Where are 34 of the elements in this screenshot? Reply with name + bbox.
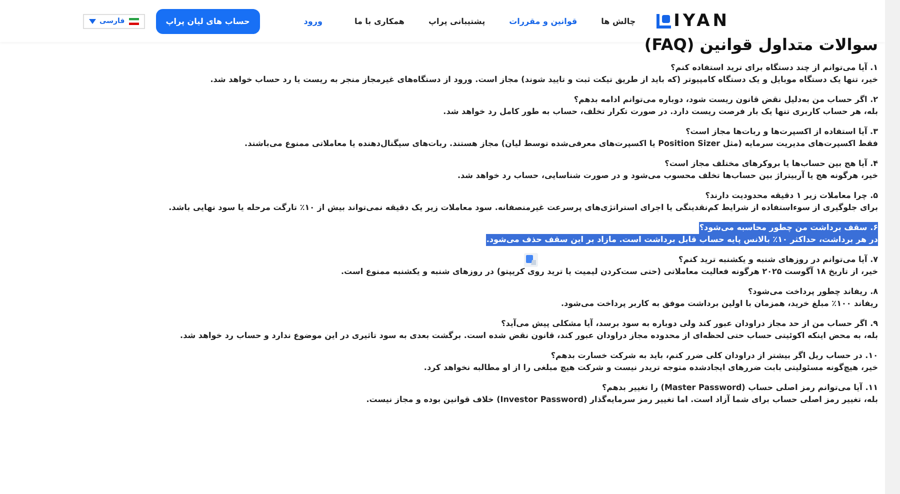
faq-question: ۱۱. آیا می‌توانم رمز اصلی حساب (Master Password) را تغییر بدهم؟	[602, 382, 878, 394]
nav-link[interactable]: قوانین و مقررات	[509, 16, 578, 26]
faq-answer: در هر برداشت، حداکثر ۱۰٪ بالانس پایه حساب قابل برداشت است. مازاد بر این سقف حذف می‌شود.	[486, 234, 878, 246]
faq-answer: خیر، از تاریخ ۱۸ آگوست ۲۰۲۵ هرگونه فعالیت معاملاتی (حتی ست‌کردن لیمیت یا ترید روی کریپتو) در روزهای شنبه و یکشنبه ممنوع است.	[340, 266, 878, 278]
faq-answer: بله، تغییر رمز اصلی حساب برای شما آزاد است. اما تغییر رمز سرمایه‌گذار (Investor Password) خلاف قوانین بوده و مجاز نیست.	[366, 394, 878, 406]
faq-question: ۹. اگر حساب من از حد مجاز دراودان عبور کند ولی دوباره به سود برسد، آیا مشکلی پیش می‌آید؟	[501, 318, 878, 330]
faq-answer: بله، هر حساب کاربری تنها یک بار فرصت ریست دارد. در صورت تکرار تخلف، حساب به طور کامل رد خواهد شد.	[443, 106, 878, 118]
faq-answer: برای جلوگیری از سوءاستفاده از شرایط کم‌نقدینگی یا اجرای استراتژی‌های پرسرعت غیرمنصفانه. سود معاملات زیر یک دقیقه نمی‌تواند بیش از ۱۰٪ تارگت مرحله یا سود نهایی باشد.	[168, 202, 878, 214]
login-link[interactable]: ورود	[304, 16, 322, 26]
flag-icon	[128, 18, 139, 24]
faq-answer: ریفاند ۱۰۰٪ مبلغ خرید، همزمان با اولین برداشت موفق به کاربر پرداخت می‌شود.	[561, 298, 878, 310]
accounts-button[interactable]: حساب های لیان پراپ	[156, 8, 260, 34]
nav-link[interactable]: همکاری با ما	[354, 16, 404, 26]
faq-question: ۴. آیا هج بین حساب‌ها یا بروکرهای مختلف مجاز است؟	[664, 158, 878, 170]
faq-answer: خیر، تنها یک دستگاه موبایل و یک دستگاه کامپیوتر (که باید از طریق تیکت ثبت و تایید شوند) مجاز است. ورود از دستگاه‌های غیرمجاز منجر به ریست یا رد حساب خواهد شد.	[210, 74, 878, 86]
faq-question: ۵. چرا معاملات زیر ۱ دقیقه محدودیت دارند؟	[705, 190, 878, 202]
faq-question: ۶. سقف برداشت من چطور محاسبه می‌شود؟	[699, 222, 878, 234]
faq-question: ۷. آیا می‌توانم در روزهای شنبه و یکشنبه ترید کنم؟	[678, 254, 878, 266]
translate-icon[interactable]	[524, 253, 538, 267]
faq-question: ۸. ریفاند چطور پرداخت می‌شود؟	[748, 286, 878, 298]
logo-icon	[656, 13, 672, 29]
nav-link[interactable]: چالش ها	[601, 16, 636, 26]
faq-question: ۱. آیا می‌توانم از چند دستگاه برای ترید استفاده کنم؟	[670, 62, 878, 74]
faq-answer: فقط اکسپرت‌های مدیریت سرمایه (مثل Position Sizer یا اکسپرت‌های معرفی‌شده توسط لیان) مجاز هستند. ربات‌های سیگنال‌دهنده یا معاملاتی ممنوع می‌باشند.	[244, 138, 878, 150]
nav-link[interactable]: پشتیبانی پراپ	[428, 16, 486, 26]
faq-question: ۳. آیا استفاده از اکسپرت‌ها و ربات‌ها مجاز است؟	[686, 126, 878, 138]
faq-answer: بله، به محض اینکه اکوئیتی حساب حتی لحظه‌ای از محدوده مجاز دراودان عبور کند، قانون نقض شده است. برگشت بعدی به سود تاثیری در این موضوع ندارد و حساب رد خواهد شد.	[180, 330, 878, 342]
caret-icon	[88, 18, 96, 24]
faq-answer: خیر، هیچ‌گونه مسئولیتی بابت ضررهای ایجادشده متوجه تریدر نیست و شرکت هیچ مبلغی را از او مطالبه نخواهد کرد.	[424, 362, 878, 374]
faq-question: ۱۰. در حساب ریل اگر بیشتر از دراودان کلی ضرر کنم، باید به شرکت خسارت بدهم؟	[550, 350, 878, 362]
page-title: سوالات متداول قوانین (FAQ)	[643, 36, 878, 54]
faq-answer: خیر، هرگونه هج یا آربیتراژ بین حساب‌ها تخلف محسوب می‌شود و در صورت شناسایی، حساب رد خواهد شد.	[457, 170, 878, 182]
faq-question: ۲. اگر حساب من به‌دلیل نقض قانون ریست شود، دوباره می‌توانم ادامه بدهم؟	[574, 94, 878, 106]
logo-text[interactable]: IYAN	[674, 11, 730, 31]
